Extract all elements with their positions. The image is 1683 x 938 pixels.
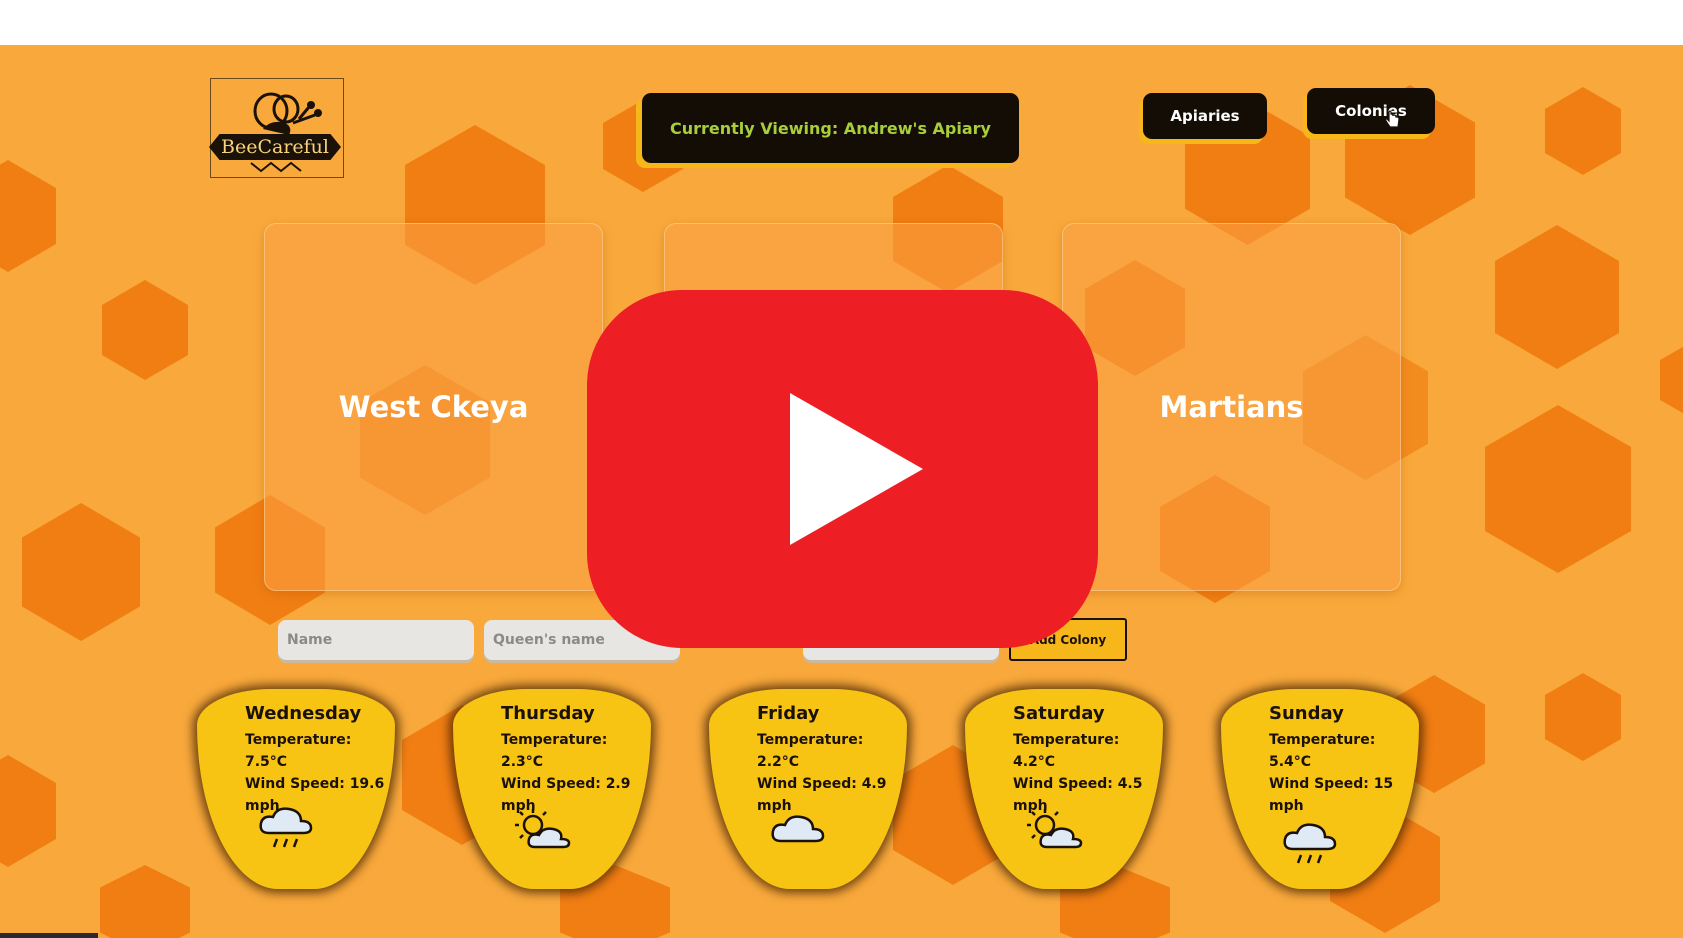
progress-bar [0, 933, 98, 938]
youtube-play-icon[interactable] [587, 290, 1098, 648]
hexagon-decoration [1660, 340, 1683, 420]
hexagon-decoration [1495, 225, 1619, 369]
hand-cursor-icon [1385, 110, 1400, 128]
colony-name: West Ckeya [338, 390, 529, 424]
rain-cloud-icon [259, 807, 313, 848]
hexagon-decoration [1485, 405, 1631, 573]
weather-temperature: Temperature: 4.2°C [1013, 732, 1120, 770]
current-apiary-banner: Currently Viewing: Andrew's Apiary [642, 93, 1019, 163]
weather-wind: Wind Speed: 15 mph [1269, 776, 1394, 814]
hexagon-decoration [0, 755, 56, 867]
beecareful-logo[interactable]: BeeCareful [209, 78, 344, 178]
hexagon-decoration [1545, 673, 1621, 761]
weather-card: Wednesday Temperature: 7.5°C Wind Speed:… [197, 689, 395, 889]
weather-card: Thursday Temperature: 2.3°C Wind Speed: … [453, 689, 651, 889]
weather-card: Friday Temperature: 2.2°C Wind Speed: 4.… [709, 689, 907, 889]
weather-temperature: Temperature: 5.4°C [1269, 732, 1376, 770]
hexagon-decoration [0, 160, 56, 272]
rain-cloud-icon [1283, 823, 1337, 864]
colony-card[interactable]: West Ckeya [264, 223, 603, 591]
hexagon-decoration [1545, 87, 1621, 175]
colony-name-input[interactable] [278, 620, 474, 660]
weather-day: Friday [757, 703, 820, 724]
weather-temperature: Temperature: 7.5°C [245, 732, 352, 770]
partly-sunny-icon [515, 809, 571, 849]
weather-day: Wednesday [245, 703, 362, 724]
weather-temperature: Temperature: 2.3°C [501, 732, 608, 770]
apiaries-button[interactable]: Apiaries [1143, 93, 1267, 139]
colony-name: Martians [1159, 390, 1304, 424]
hexagon-decoration [100, 865, 190, 938]
colony-card[interactable]: Martians [1062, 223, 1401, 591]
hexagon-decoration [22, 503, 140, 641]
logo-text: BeeCareful [209, 134, 341, 160]
weather-day: Sunday [1269, 703, 1344, 724]
colonies-button[interactable]: Colonies [1307, 88, 1435, 134]
hexagon-decoration [102, 280, 188, 380]
weather-day: Thursday [501, 703, 595, 724]
weather-day: Saturday [1013, 703, 1105, 724]
partly-sunny-icon [1027, 809, 1083, 849]
bee-icon [250, 92, 322, 173]
cloud-icon [771, 815, 825, 843]
weather-temperature: Temperature: 2.2°C [757, 732, 864, 770]
